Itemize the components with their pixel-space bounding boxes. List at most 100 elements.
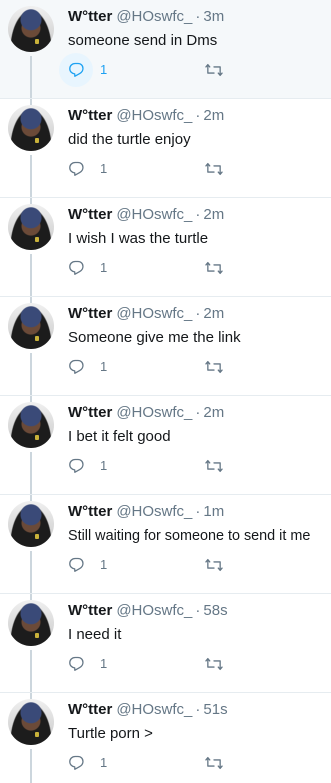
reply-button[interactable]: 1 bbox=[68, 556, 107, 574]
timestamp[interactable]: 2m bbox=[203, 206, 224, 223]
tweet[interactable]: W°tter @HOswfc_ · 1m Still waiting for some… bbox=[0, 495, 331, 594]
timestamp[interactable]: 3m bbox=[203, 8, 224, 25]
user-handle[interactable]: @HOswfc_ bbox=[116, 206, 192, 223]
reply-button[interactable]: 1 bbox=[68, 259, 107, 277]
reply-icon bbox=[69, 458, 84, 473]
retweet-icon[interactable] bbox=[204, 655, 224, 673]
avatar[interactable] bbox=[8, 303, 54, 349]
separator: · bbox=[195, 503, 201, 520]
reply-button[interactable]: 1 bbox=[68, 457, 107, 475]
user-handle[interactable]: @HOswfc_ bbox=[116, 404, 192, 421]
separator: · bbox=[195, 8, 201, 25]
reply-count: 1 bbox=[100, 62, 108, 77]
tweet-text: Still waiting for someone to send it me bbox=[68, 528, 311, 544]
avatar[interactable] bbox=[8, 402, 54, 448]
avatar[interactable] bbox=[8, 105, 54, 151]
thread-line bbox=[30, 749, 32, 783]
reply-count: 1 bbox=[100, 458, 108, 473]
timestamp[interactable]: 1m bbox=[203, 503, 224, 520]
timestamp[interactable]: 2m bbox=[203, 107, 224, 124]
tweet-actions: 1 bbox=[59, 53, 238, 87]
reply-count: 1 bbox=[100, 557, 108, 572]
reply-icon bbox=[69, 161, 84, 176]
tweet-header: W°tter @HOswfc_ · 1m bbox=[68, 503, 224, 521]
retweet-icon[interactable] bbox=[204, 754, 224, 772]
display-name[interactable]: W°tter bbox=[68, 404, 112, 421]
separator: · bbox=[195, 701, 201, 718]
tweet-text: I wish I was the turtle bbox=[68, 230, 209, 247]
reply-count: 1 bbox=[100, 755, 108, 770]
reply-button[interactable]: 1 bbox=[68, 655, 107, 673]
reply-icon bbox=[69, 755, 84, 770]
display-name[interactable]: W°tter bbox=[68, 503, 112, 520]
separator: · bbox=[195, 404, 201, 421]
user-handle[interactable]: @HOswfc_ bbox=[116, 305, 192, 322]
timestamp[interactable]: 51s bbox=[203, 701, 227, 718]
reply-button[interactable]: 1 bbox=[68, 160, 107, 178]
tweet[interactable]: W°tter @HOswfc_ · 2m I wish I was the turtl… bbox=[0, 198, 331, 297]
display-name[interactable]: W°tter bbox=[68, 206, 112, 223]
reply-count: 1 bbox=[100, 260, 108, 275]
tweet-text: I bet it felt good bbox=[68, 428, 171, 445]
display-name[interactable]: W°tter bbox=[68, 701, 112, 718]
retweet-icon[interactable] bbox=[204, 457, 224, 475]
tweet-actions: 1 bbox=[68, 160, 238, 178]
timestamp[interactable]: 2m bbox=[203, 404, 224, 421]
retweet-icon[interactable] bbox=[204, 259, 224, 277]
avatar[interactable] bbox=[8, 600, 54, 646]
tweet[interactable]: W°tter @HOswfc_ · 51s Turtle porn > 1 bbox=[0, 693, 331, 783]
tweet-header: W°tter @HOswfc_ · 2m bbox=[68, 107, 224, 125]
tweet-header: W°tter @HOswfc_ · 51s bbox=[68, 701, 228, 719]
tweet-actions: 1 bbox=[68, 655, 238, 673]
tweet[interactable]: W°tter @HOswfc_ · 2m did the turtle enjoy 1 bbox=[0, 99, 331, 198]
thread-line bbox=[30, 353, 32, 395]
thread-line bbox=[30, 551, 32, 593]
separator: · bbox=[195, 602, 201, 619]
tweet-header: W°tter @HOswfc_ · 3m bbox=[68, 8, 224, 26]
tweet[interactable]: W°tter @HOswfc_ · 58s I need it 1 bbox=[0, 594, 331, 693]
display-name[interactable]: W°tter bbox=[68, 8, 112, 25]
display-name[interactable]: W°tter bbox=[68, 602, 112, 619]
timestamp[interactable]: 2m bbox=[203, 305, 224, 322]
tweet[interactable]: W°tter @HOswfc_ · 2m I bet it felt good 1 bbox=[0, 396, 331, 495]
avatar[interactable] bbox=[8, 501, 54, 547]
retweet-icon[interactable] bbox=[204, 358, 224, 376]
tweet-text: Someone give me the link bbox=[68, 329, 241, 346]
retweet-icon[interactable] bbox=[204, 160, 224, 178]
thread-feed: W°tter @HOswfc_ · 3m someone send in Dms 1 … bbox=[0, 0, 331, 783]
tweet-actions: 1 bbox=[68, 556, 238, 574]
user-handle[interactable]: @HOswfc_ bbox=[116, 701, 192, 718]
avatar[interactable] bbox=[8, 699, 54, 745]
reply-count: 1 bbox=[100, 656, 108, 671]
tweet-header: W°tter @HOswfc_ · 2m bbox=[68, 404, 224, 422]
tweet-header: W°tter @HOswfc_ · 2m bbox=[68, 206, 224, 224]
tweet[interactable]: W°tter @HOswfc_ · 2m Someone give me the li… bbox=[0, 297, 331, 396]
display-name[interactable]: W°tter bbox=[68, 107, 112, 124]
avatar[interactable] bbox=[8, 6, 54, 52]
display-name[interactable]: W°tter bbox=[68, 305, 112, 322]
tweet-text: did the turtle enjoy bbox=[68, 131, 191, 148]
tweet-header: W°tter @HOswfc_ · 58s bbox=[68, 602, 228, 620]
timestamp[interactable]: 58s bbox=[203, 602, 227, 619]
thread-line bbox=[30, 650, 32, 692]
tweet-header: W°tter @HOswfc_ · 2m bbox=[68, 305, 224, 323]
reply-button[interactable]: 1 bbox=[59, 53, 108, 87]
tweet[interactable]: W°tter @HOswfc_ · 3m someone send in Dms 1 bbox=[0, 0, 331, 99]
tweet-text: Turtle porn > bbox=[68, 725, 153, 742]
retweet-icon[interactable] bbox=[204, 61, 224, 79]
reply-icon bbox=[69, 260, 84, 275]
reply-button[interactable]: 1 bbox=[68, 358, 107, 376]
user-handle[interactable]: @HOswfc_ bbox=[116, 503, 192, 520]
tweet-actions: 1 bbox=[68, 259, 238, 277]
tweet-actions: 1 bbox=[68, 358, 238, 376]
tweet-text: I need it bbox=[68, 626, 122, 643]
user-handle[interactable]: @HOswfc_ bbox=[116, 602, 192, 619]
user-handle[interactable]: @HOswfc_ bbox=[116, 107, 192, 124]
thread-line bbox=[30, 452, 32, 494]
thread-line bbox=[30, 155, 32, 197]
avatar[interactable] bbox=[8, 204, 54, 250]
tweet-text: someone send in Dms bbox=[68, 32, 218, 49]
user-handle[interactable]: @HOswfc_ bbox=[116, 8, 192, 25]
reply-button[interactable]: 1 bbox=[68, 754, 107, 772]
retweet-icon[interactable] bbox=[204, 556, 224, 574]
